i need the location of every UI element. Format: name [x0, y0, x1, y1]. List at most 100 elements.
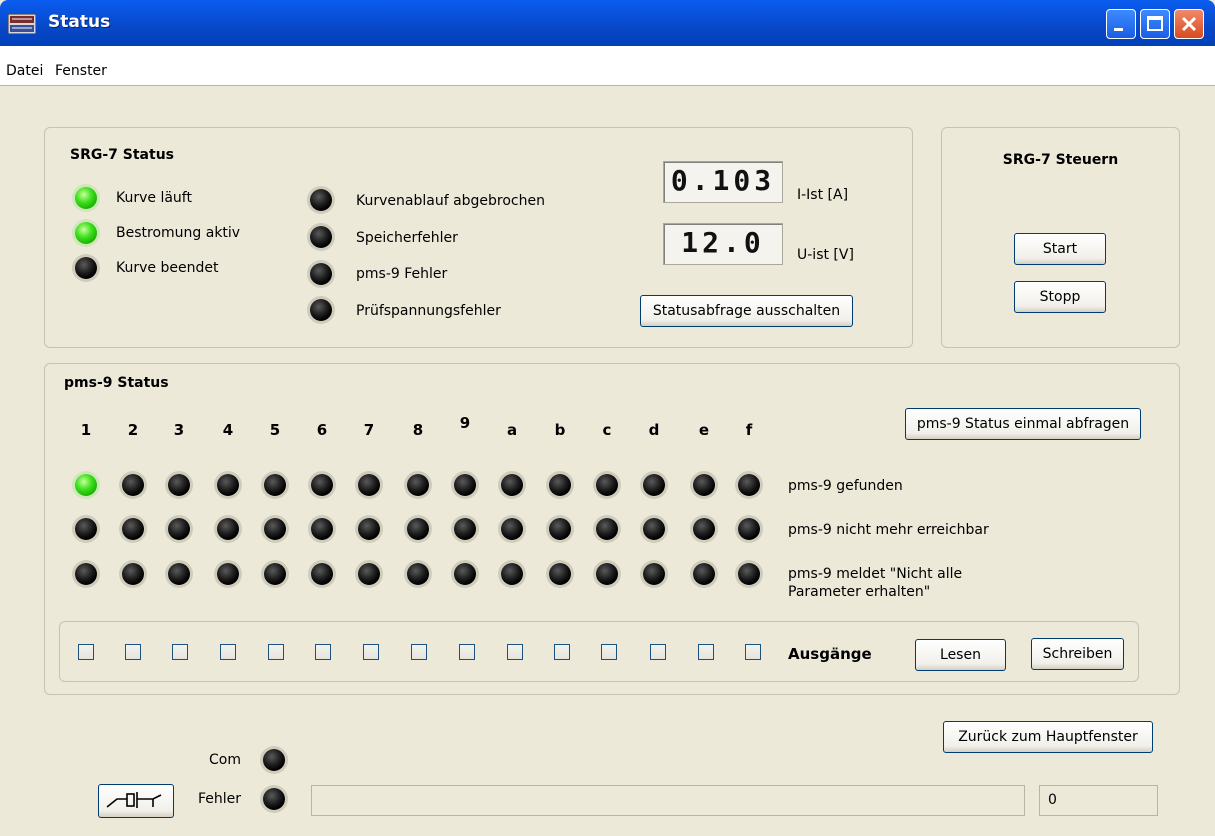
led-pms9-9-row3 [454, 563, 476, 585]
led-pms9-e-row1 [693, 474, 715, 496]
counter-value: 0 [1048, 792, 1057, 808]
menu-datei[interactable]: Datei [6, 63, 43, 79]
label-kurve-beendet: Kurve beendet [116, 260, 219, 276]
read-button[interactable]: Lesen [915, 639, 1006, 671]
column-header-c: c [602, 421, 612, 439]
led-pms9-7-row2 [358, 518, 380, 540]
led-kurve-laeuft [75, 187, 97, 209]
close-button[interactable] [1174, 9, 1204, 39]
write-button[interactable]: Schreiben [1031, 638, 1124, 670]
led-pms9-8-row1 [407, 474, 429, 496]
led-pms9-c-row2 [596, 518, 618, 540]
row-label-nicht-alle-parameter: pms-9 meldet "Nicht alle [788, 566, 963, 582]
led-pms9-8-row3 [407, 563, 429, 585]
led-pms9-2-row3 [122, 563, 144, 585]
window-title: Status [48, 12, 111, 32]
menu-fenster[interactable]: Fenster [55, 63, 107, 79]
pms9-query-once-button[interactable]: pms-9 Status einmal abfragen [905, 408, 1141, 440]
stop-button[interactable]: Stopp [1014, 281, 1106, 313]
led-pms9-f-row1 [738, 474, 760, 496]
column-header-1: 1 [80, 421, 92, 439]
srg7-status-title: SRG-7 Status [70, 147, 174, 163]
led-pms9-a-row1 [501, 474, 523, 496]
current-display: 0.103 [663, 161, 783, 203]
output-checkbox-2[interactable] [125, 644, 141, 660]
pms9-status-title: pms-9 Status [64, 375, 169, 391]
app-icon [8, 14, 36, 34]
led-pms9-3-row1 [168, 474, 190, 496]
label-speicherfehler: Speicherfehler [356, 230, 458, 246]
row-label-gefunden: pms-9 gefunden [788, 478, 903, 494]
output-checkbox-3[interactable] [172, 644, 188, 660]
led-pms9-6-row2 [311, 518, 333, 540]
led-pms9-f-row3 [738, 563, 760, 585]
back-to-main-button[interactable]: Zurück zum Hauptfenster [943, 721, 1153, 753]
output-checkbox-5[interactable] [268, 644, 284, 660]
column-header-7: 7 [363, 421, 375, 439]
led-bestromung-aktiv [75, 222, 97, 244]
led-pms9-4-row2 [217, 518, 239, 540]
com-label: Com [209, 752, 241, 768]
column-header-9: 9 [459, 414, 471, 432]
row-label-nicht-alle-parameter-line2: Parameter erhalten" [788, 584, 931, 600]
menu-bar [0, 46, 1215, 86]
led-pms9-c-row3 [596, 563, 618, 585]
minimize-icon [1114, 28, 1123, 31]
plug-connector-icon [106, 792, 162, 808]
output-checkbox-1[interactable] [78, 644, 94, 660]
label-bestromung-aktiv: Bestromung aktiv [116, 225, 241, 241]
led-pms9-2-row1 [122, 474, 144, 496]
led-pms9-a-row3 [501, 563, 523, 585]
column-header-b: b [554, 421, 566, 439]
led-com [263, 749, 285, 771]
output-checkbox-9[interactable] [459, 644, 475, 660]
led-pms9-a-row2 [501, 518, 523, 540]
output-checkbox-a[interactable] [507, 644, 523, 660]
led-kurve-beendet [75, 257, 97, 279]
output-checkbox-6[interactable] [315, 644, 331, 660]
voltage-display: 12.0 [663, 223, 783, 265]
column-header-f: f [745, 421, 753, 439]
column-header-4: 4 [222, 421, 234, 439]
maximize-icon [1147, 16, 1163, 31]
title-bar[interactable] [0, 0, 1215, 46]
led-pms9-6-row1 [311, 474, 333, 496]
label-pruefspannungsfehler: Prüfspannungsfehler [356, 303, 501, 319]
toggle-status-query-button[interactable]: Statusabfrage ausschalten [640, 295, 853, 327]
label-kurvenablauf-abgebrochen: Kurvenablauf abgebrochen [356, 193, 545, 209]
label-kurve-laeuft: Kurve läuft [116, 190, 192, 206]
led-pruefspannungsfehler [310, 299, 332, 321]
error-label: Fehler [198, 791, 242, 807]
led-pms9-f-row2 [738, 518, 760, 540]
led-pms9-3-row3 [168, 563, 190, 585]
led-pms9-5-row3 [264, 563, 286, 585]
output-checkbox-7[interactable] [363, 644, 379, 660]
column-header-d: d [648, 421, 660, 439]
maximize-button[interactable] [1140, 9, 1170, 39]
output-checkbox-c[interactable] [601, 644, 617, 660]
output-checkbox-f[interactable] [745, 644, 761, 660]
start-button[interactable]: Start [1014, 233, 1106, 265]
led-pms9-1-row1 [75, 474, 97, 496]
close-icon [1181, 16, 1197, 32]
led-pms9-7-row1 [358, 474, 380, 496]
column-header-5: 5 [269, 421, 281, 439]
led-pms9-9-row1 [454, 474, 476, 496]
led-pms9-2-row2 [122, 518, 144, 540]
output-checkbox-8[interactable] [411, 644, 427, 660]
output-checkbox-4[interactable] [220, 644, 236, 660]
column-header-a: a [506, 421, 518, 439]
minimize-button[interactable] [1106, 9, 1136, 39]
connection-toggle-button[interactable] [98, 784, 174, 818]
progress-bar [311, 785, 1025, 816]
output-checkbox-b[interactable] [554, 644, 570, 660]
srg7-control-title: SRG-7 Steuern [1002, 152, 1119, 168]
led-pms9-d-row3 [643, 563, 665, 585]
led-pms9-4-row1 [217, 474, 239, 496]
output-checkbox-e[interactable] [698, 644, 714, 660]
led-pms9-6-row3 [311, 563, 333, 585]
current-unit-label: I-Ist [A] [797, 187, 849, 203]
output-checkbox-d[interactable] [650, 644, 666, 660]
led-pms9-8-row2 [407, 518, 429, 540]
column-header-2: 2 [127, 421, 139, 439]
